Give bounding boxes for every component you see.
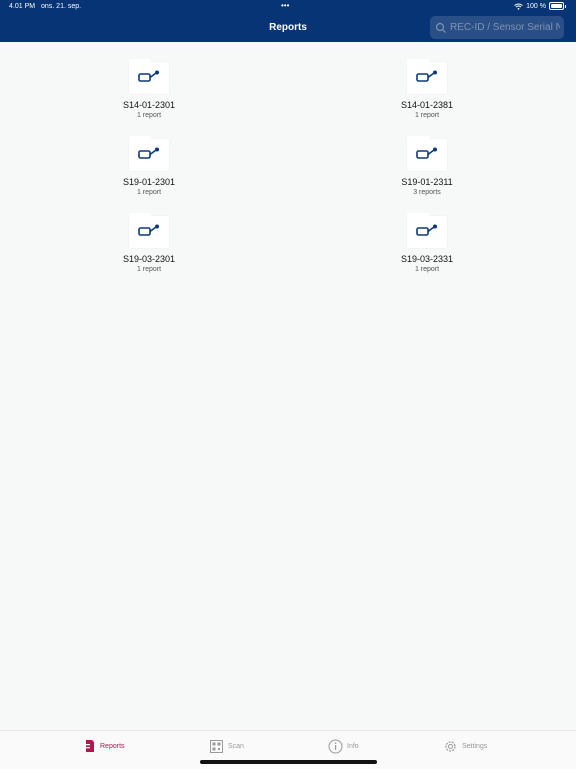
battery-percent: 100 % xyxy=(526,2,546,10)
report-folder[interactable]: S14-01-2301 1 report xyxy=(89,59,209,119)
folder-icon xyxy=(129,59,169,94)
report-id: S14-01-2381 xyxy=(400,100,454,110)
search-box[interactable] xyxy=(430,16,564,39)
tab-label: Info xyxy=(347,743,359,750)
battery-icon xyxy=(549,2,564,10)
report-folder[interactable]: S19-01-2311 3 reports xyxy=(367,136,487,196)
reports-icon xyxy=(85,740,94,752)
tab-label: Reports xyxy=(100,742,125,750)
sensor-icon xyxy=(416,70,437,82)
status-date: ons. 21. sep. xyxy=(41,3,82,10)
report-folder[interactable]: S19-03-2331 1 report xyxy=(367,213,487,273)
report-count: 1 report xyxy=(414,266,440,273)
report-id: S19-01-2311 xyxy=(401,177,453,187)
folder-icon xyxy=(129,213,169,248)
report-id: S14-01-2301 xyxy=(122,100,176,110)
tab-settings[interactable]: Settings xyxy=(443,739,487,754)
sensor-icon xyxy=(416,147,437,159)
report-folder[interactable]: S19-03-2301 1 report xyxy=(89,213,209,273)
folder-icon xyxy=(407,59,447,94)
tab-reports[interactable]: Reports xyxy=(84,739,125,753)
gear-icon xyxy=(445,741,456,752)
report-id: S19-01-2301 xyxy=(122,177,176,187)
info-icon xyxy=(328,739,343,754)
folder-icon xyxy=(129,136,169,171)
report-count: 1 report xyxy=(136,112,162,119)
search-input[interactable] xyxy=(450,22,560,33)
home-indicator[interactable] xyxy=(200,760,377,764)
search-icon xyxy=(435,22,446,33)
report-folder[interactable]: S14-01-2381 1 report xyxy=(367,59,487,119)
top-bar: 4.01 PM ons. 21. sep. ••• 100 % Reports xyxy=(0,0,576,42)
wifi-icon xyxy=(514,3,523,10)
battery-tip xyxy=(565,4,566,8)
status-right: 100 % xyxy=(514,2,566,10)
tab-info[interactable]: Info xyxy=(328,739,359,754)
tab-label: Settings xyxy=(462,743,488,750)
report-count: 1 report xyxy=(136,266,162,273)
sensor-icon xyxy=(416,224,437,236)
sensor-icon xyxy=(138,224,159,236)
report-folder[interactable]: S19-01-2301 1 report xyxy=(89,136,209,196)
multitasking-dots-icon[interactable]: ••• xyxy=(281,1,289,10)
report-id: S19-03-2331 xyxy=(400,254,454,264)
tab-scan[interactable]: Scan xyxy=(209,739,244,754)
report-count: 1 report xyxy=(414,112,440,119)
sensor-icon xyxy=(138,70,159,82)
folder-icon xyxy=(407,213,447,248)
folder-icon xyxy=(407,136,447,171)
report-count: 3 reports xyxy=(413,189,441,196)
tab-label: Scan xyxy=(228,743,244,750)
report-count: 1 report xyxy=(136,189,162,196)
qr-scan-icon xyxy=(210,740,223,753)
status-time: 4.01 PM xyxy=(9,3,36,10)
report-id: S19-03-2301 xyxy=(122,254,176,264)
sensor-icon xyxy=(138,147,159,159)
